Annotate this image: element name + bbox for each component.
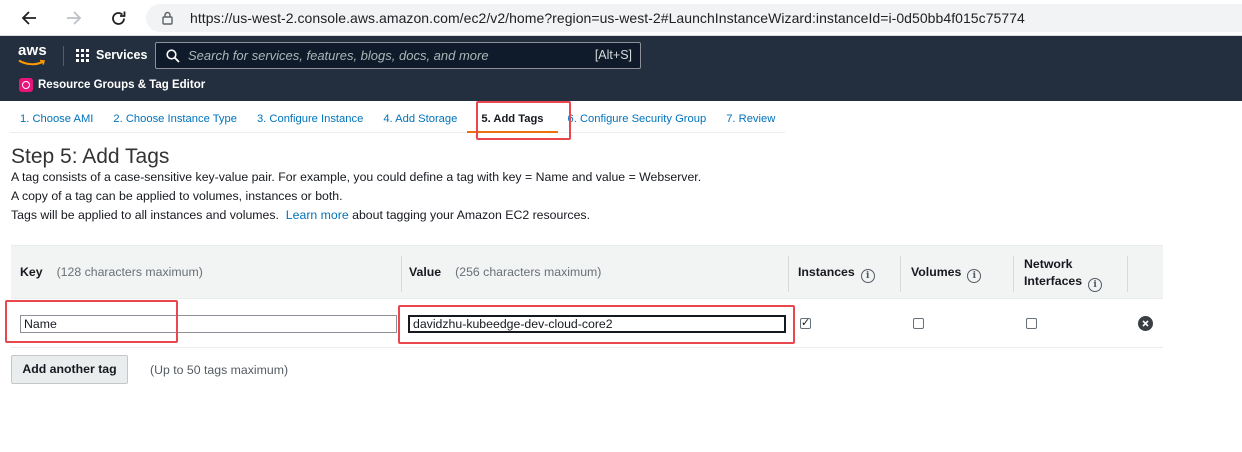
- column-divider: [1127, 256, 1128, 292]
- learn-more-link[interactable]: Learn more: [286, 208, 349, 222]
- search-icon: [166, 49, 180, 63]
- column-divider: [788, 256, 789, 292]
- column-divider: [401, 256, 402, 292]
- search-placeholder: Search for services, features, blogs, do…: [188, 48, 489, 63]
- tab-configure-instance[interactable]: 3. Configure Instance: [246, 105, 374, 133]
- lock-icon: [162, 11, 173, 30]
- column-value-label: Value: [409, 265, 442, 279]
- aws-logo[interactable]: aws: [18, 42, 47, 59]
- column-instances-label: Instances: [798, 265, 855, 279]
- tab-configure-security-group[interactable]: 6. Configure Security Group: [557, 105, 717, 133]
- aws-smile-icon: [18, 59, 46, 66]
- tab-review[interactable]: 7. Review: [716, 105, 786, 133]
- page-title: Step 5: Add Tags: [11, 145, 170, 168]
- column-key: Key (128 characters maximum): [20, 265, 203, 279]
- tab-choose-ami[interactable]: 1. Choose AMI: [10, 105, 104, 133]
- column-volumes: Volumes i: [911, 265, 982, 283]
- instances-checkbox[interactable]: [800, 316, 811, 329]
- resource-groups-link[interactable]: Resource Groups & Tag Editor: [19, 78, 205, 92]
- column-network-interfaces: Network Interfaces i: [1024, 256, 1103, 292]
- description-line-3-suffix: about tagging your Amazon EC2 resources.: [352, 208, 590, 222]
- network-interfaces-checkbox[interactable]: [1026, 318, 1037, 329]
- tags-table-header: Key (128 characters maximum) Value (256 ch…: [11, 245, 1163, 299]
- description-line-3: Tags will be applied to all instances an…: [11, 208, 590, 222]
- column-value-hint: (256 characters maximum): [455, 265, 602, 279]
- tab-choose-instance-type[interactable]: 2. Choose Instance Type: [103, 105, 247, 133]
- aws-top-nav: aws Services Search for services, featur…: [0, 36, 1242, 101]
- info-icon[interactable]: i: [1088, 278, 1103, 292]
- url-host: us-west-2.console.aws.amazon.com: [232, 10, 460, 26]
- url-scheme: https://: [190, 10, 233, 26]
- column-instances: Instances i: [798, 265, 875, 283]
- url-text: https://us-west-2.console.aws.amazon.com…: [190, 10, 1025, 26]
- resource-groups-icon: [19, 78, 33, 92]
- address-bar[interactable]: https://us-west-2.console.aws.amazon.com…: [146, 4, 1242, 32]
- column-value: Value (256 characters maximum): [409, 265, 601, 279]
- tag-value-input[interactable]: [408, 315, 786, 333]
- services-label: Services: [96, 48, 148, 62]
- search-shortcut: [Alt+S]: [594, 48, 632, 62]
- description-line-2: A copy of a tag can be applied to volume…: [11, 189, 343, 203]
- tab-add-tags[interactable]: 5. Add Tags: [467, 105, 558, 133]
- forward-arrow-icon[interactable]: [61, 6, 87, 30]
- back-arrow-icon[interactable]: [16, 6, 42, 30]
- nav-divider: [63, 46, 64, 66]
- wizard-tabs: 1. Choose AMI 2. Choose Instance Type 3.…: [10, 105, 786, 133]
- add-tag-limit-hint: (Up to 50 tags maximum): [150, 363, 289, 377]
- url-path: /ec2/v2/home?region=us-west-2#LaunchInst…: [459, 10, 1025, 26]
- info-icon[interactable]: i: [860, 269, 875, 283]
- add-another-tag-button[interactable]: Add another tag: [11, 355, 128, 384]
- remove-tag-button[interactable]: [1138, 316, 1153, 331]
- column-network-label-line1: Network: [1024, 257, 1073, 271]
- resource-groups-label: Resource Groups & Tag Editor: [38, 79, 206, 91]
- column-volumes-label: Volumes: [911, 265, 962, 279]
- column-key-hint: (128 characters maximum): [56, 265, 203, 279]
- console-search-input[interactable]: Search for services, features, blogs, do…: [155, 42, 641, 69]
- column-key-label: Key: [20, 265, 43, 279]
- description-line-3-text: Tags will be applied to all instances an…: [11, 208, 279, 222]
- column-network-label-line2: Interfaces: [1024, 274, 1083, 288]
- tab-add-storage[interactable]: 4. Add Storage: [373, 105, 468, 133]
- services-menu-button[interactable]: Services: [76, 44, 147, 66]
- browser-toolbar: https://us-west-2.console.aws.amazon.com…: [0, 0, 1242, 36]
- column-divider: [1013, 256, 1014, 292]
- info-icon[interactable]: i: [967, 269, 982, 283]
- table-row: [11, 300, 1163, 348]
- column-divider: [900, 256, 901, 292]
- tag-key-input[interactable]: [20, 315, 397, 333]
- close-icon: [1142, 320, 1149, 327]
- volumes-checkbox[interactable]: [913, 318, 924, 329]
- reload-icon[interactable]: [105, 6, 131, 30]
- description-line-1: A tag consists of a case-sensitive key-v…: [11, 170, 702, 184]
- grid-menu-icon: [76, 48, 89, 62]
